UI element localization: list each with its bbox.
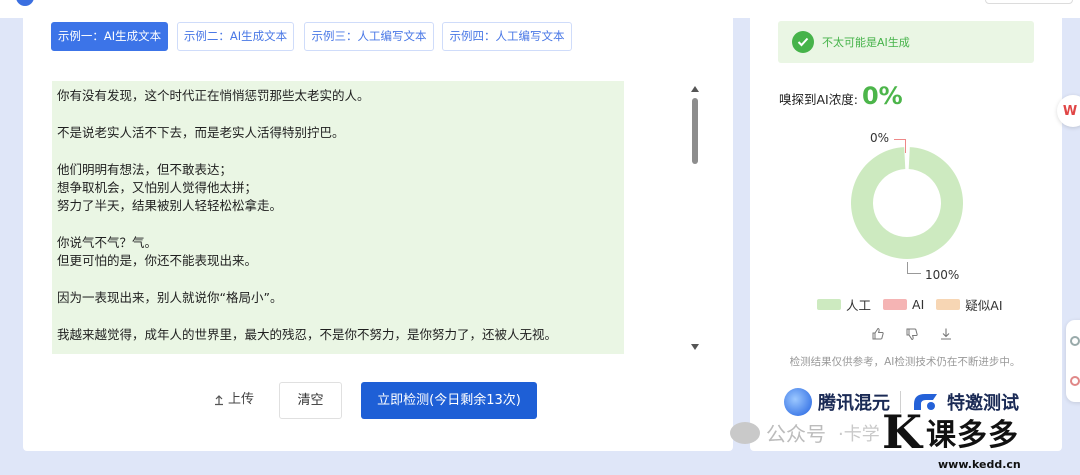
scroll-up-icon[interactable] bbox=[691, 86, 699, 92]
top-right-button[interactable] bbox=[985, 0, 1073, 4]
wechat-watermark-suffix: ·卡学 bbox=[838, 423, 880, 445]
text-line: 他们明明有想法，但不敢表达； bbox=[57, 162, 233, 177]
result-banner: 不太可能是AI生成 bbox=[778, 21, 1034, 63]
legend-label: 疑似AI bbox=[965, 298, 1003, 313]
result-verdict: 不太可能是AI生成 bbox=[822, 36, 910, 49]
kedd-logo-icon: K bbox=[882, 405, 922, 459]
tab-example-4[interactable]: 示例四：人工编写文本 bbox=[442, 22, 572, 51]
wechat-icon bbox=[730, 421, 760, 444]
kedd-url: www.kedd.cn bbox=[938, 458, 1021, 471]
ai-concentration: 嗅探到AI浓度: 0% bbox=[779, 82, 903, 110]
donut-slice-人工 bbox=[851, 147, 963, 259]
app-logo[interactable] bbox=[16, 0, 34, 6]
ai-donut-chart bbox=[851, 147, 963, 259]
legend-item-suspected-ai[interactable]: 疑似AI bbox=[936, 295, 1003, 314]
download-icon[interactable] bbox=[939, 327, 953, 341]
text-line: 想争取机会，又怕别人觉得他太拼； bbox=[57, 180, 258, 195]
detect-button[interactable]: 立即检测(今日剩余13次) bbox=[361, 382, 537, 419]
clear-button[interactable]: 清空 bbox=[279, 382, 342, 419]
data-label-human: 100% bbox=[925, 268, 960, 282]
text-input[interactable]: 你有没有发现，这个时代正在悄悄惩罚那些太老实的人。 不是说老实人活不下去，而是老… bbox=[52, 81, 624, 354]
text-line: 但更可怕的是，你还不能表现出来。 bbox=[57, 253, 258, 268]
brand-name: 腾讯混元 bbox=[818, 393, 890, 414]
upload-label: 上传 bbox=[228, 392, 255, 407]
scrollbar-thumb[interactable] bbox=[692, 98, 698, 164]
kedd-name: 课多多 bbox=[925, 418, 1019, 453]
chart-legend: 人工 AI 疑似AI bbox=[817, 295, 1003, 314]
hunyuan-logo bbox=[784, 388, 812, 416]
side-tool-icon[interactable] bbox=[1070, 376, 1080, 386]
wechat-watermark: 公众号 ·卡学 bbox=[730, 418, 880, 447]
concentration-label: 嗅探到AI浓度: bbox=[779, 92, 858, 107]
side-toolbar[interactable] bbox=[1066, 320, 1080, 402]
legend-swatch bbox=[936, 299, 961, 310]
side-tool-icon[interactable] bbox=[1070, 336, 1080, 346]
tab-example-3[interactable]: 示例三：人工编写文本 bbox=[304, 22, 434, 51]
legend-swatch bbox=[817, 299, 841, 310]
text-line: 因为一表现出来，别人就说你“格局小”。 bbox=[57, 290, 283, 305]
check-icon bbox=[792, 31, 814, 53]
leader-line-human bbox=[907, 262, 921, 274]
text-line: 你说气不气？气。 bbox=[57, 235, 158, 250]
feedback-row bbox=[871, 327, 953, 341]
text-line: 努力了半天，结果被别人轻轻松松拿走。 bbox=[57, 198, 283, 213]
legend-label: 人工 bbox=[846, 298, 872, 313]
tab-example-1[interactable]: 示例一：AI生成文本 bbox=[51, 22, 168, 51]
legend-label: AI bbox=[912, 297, 925, 312]
text-line: 你有没有发现，这个时代正在悄悄惩罚那些太老实的人。 bbox=[57, 88, 370, 103]
tab-example-2[interactable]: 示例二：AI生成文本 bbox=[177, 22, 294, 51]
thumbs-down-icon[interactable] bbox=[905, 327, 919, 341]
kedd-watermark: K 课多多 bbox=[882, 405, 1019, 459]
disclaimer-text: 检测结果仅供参考，AI检测技术仍在不断进步中。 bbox=[789, 356, 1021, 368]
text-scrollbar[interactable] bbox=[690, 84, 700, 352]
upload-button[interactable]: 上传 bbox=[213, 382, 261, 418]
legend-swatch bbox=[883, 299, 908, 310]
text-line: 我越来越觉得，成年人的世界里，最大的残忍，不是你不努力，是你努力了，还被人无视。 bbox=[57, 327, 558, 342]
thumbs-up-icon[interactable] bbox=[871, 327, 885, 341]
scroll-down-icon[interactable] bbox=[691, 344, 699, 350]
wechat-watermark-text: 公众号 bbox=[766, 422, 826, 446]
result-panel: 不太可能是AI生成 嗅探到AI浓度: 0% 0% 100% 人工 AI 疑似AI bbox=[750, 8, 1062, 451]
text-line: 不是说老实人活不下去，而是老实人活得特别拧巴。 bbox=[57, 125, 345, 140]
upload-icon bbox=[215, 395, 223, 406]
input-panel: 示例一：AI生成文本 示例二：AI生成文本 示例三：人工编写文本 示例四：人工编… bbox=[23, 8, 733, 451]
legend-item-human[interactable]: 人工 bbox=[817, 295, 871, 314]
legend-item-ai[interactable]: AI bbox=[883, 297, 924, 312]
concentration-value: 0% bbox=[861, 82, 903, 110]
